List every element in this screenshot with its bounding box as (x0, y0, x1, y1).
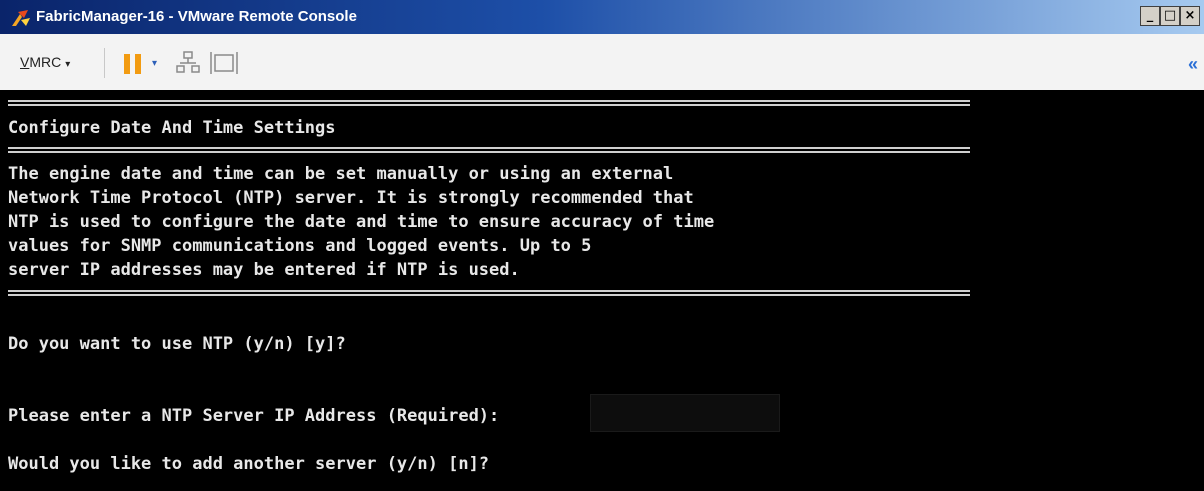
intro-line: The engine date and time can be set manu… (8, 164, 674, 184)
chevron-down-icon: ▾ (65, 59, 71, 70)
prompt-server-ip: Please enter a NTP Server IP Address (Re… (8, 406, 500, 426)
toolbar: VMRC ▾ ▾ « (0, 34, 1204, 91)
toolbar-separator (104, 48, 105, 78)
close-button[interactable]: × (1180, 6, 1200, 26)
divider (8, 288, 970, 297)
vmrc-menu-button[interactable]: VMRC ▾ (20, 54, 70, 70)
title-bar[interactable]: FabricManager-16 - VMware Remote Console… (0, 0, 1204, 34)
section-heading: Configure Date And Time Settings (8, 118, 336, 138)
intro-line: values for SNMP communications and logge… (8, 236, 592, 256)
pause-icon[interactable] (122, 52, 144, 76)
console-screen[interactable]: Configure Date And Time Settings The eng… (0, 90, 1204, 491)
minimize-button[interactable]: _ (1140, 6, 1160, 26)
maximize-button[interactable]: □ (1160, 6, 1180, 26)
redacted-ip-value (590, 394, 780, 432)
vmrc-label-mnemonic: V (20, 54, 30, 70)
divider (8, 98, 970, 107)
fit-screen-icon[interactable] (210, 50, 238, 76)
vmrc-window: FabricManager-16 - VMware Remote Console… (0, 0, 1204, 491)
intro-line: Network Time Protocol (NTP) server. It i… (8, 188, 694, 208)
window-controls: _ □ × (1140, 6, 1200, 26)
network-icon[interactable] (176, 50, 200, 76)
prompt-add-server: Would you like to add another server (y/… (8, 454, 490, 474)
intro-line: NTP is used to configure the date and ti… (8, 212, 715, 232)
prompt-use-ntp: Do you want to use NTP (y/n) [y]? (8, 334, 346, 354)
vmrc-label: MRC (29, 54, 62, 70)
pause-menu-chevron-icon[interactable]: ▾ (152, 58, 157, 69)
collapse-toolbar-icon[interactable]: « (1188, 54, 1198, 75)
divider (8, 145, 970, 154)
window-title: FabricManager-16 - VMware Remote Console (36, 8, 357, 25)
vmware-app-icon (12, 10, 30, 26)
intro-line: server IP addresses may be entered if NT… (8, 260, 520, 280)
